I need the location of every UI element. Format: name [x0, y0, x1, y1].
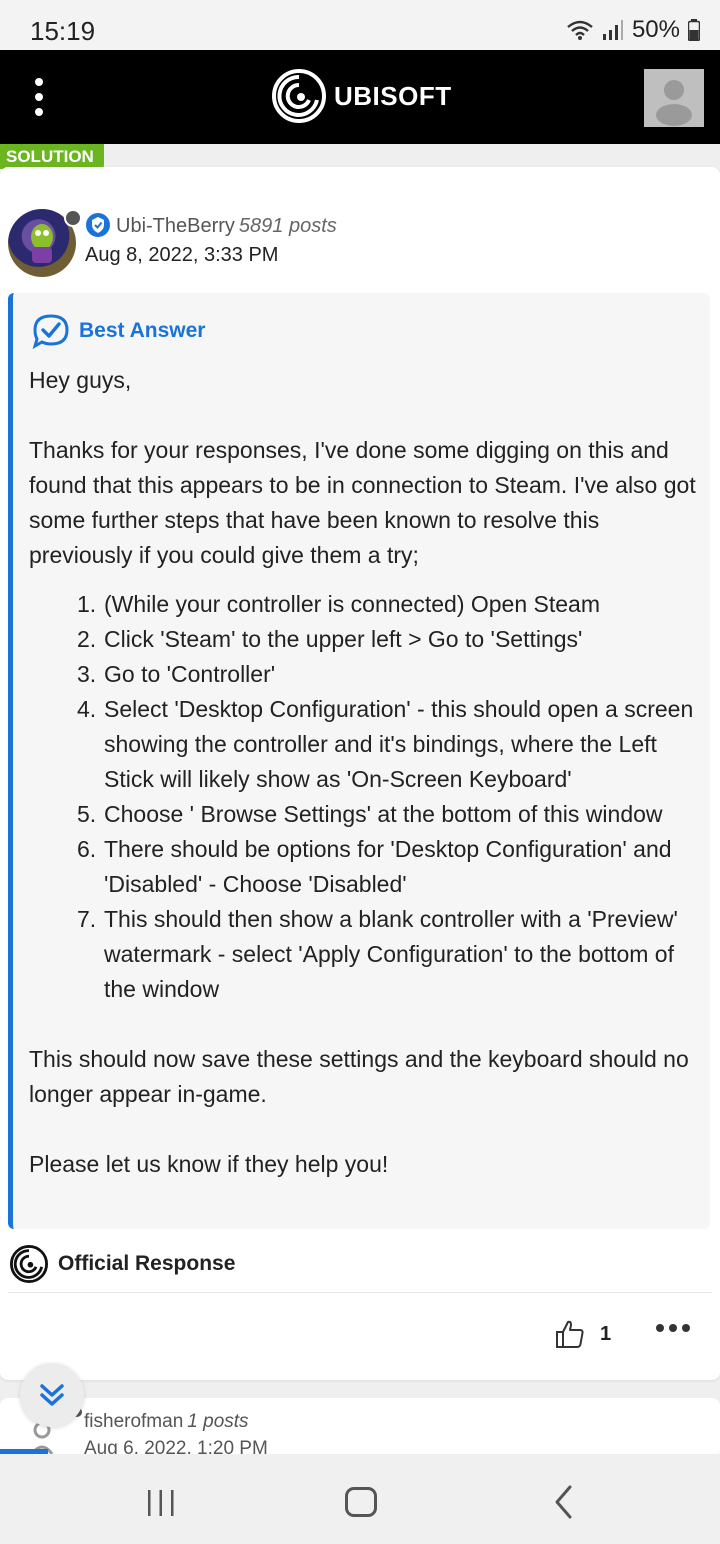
post-outro: This should now save these settings and … — [29, 1046, 689, 1107]
presence-indicator — [64, 209, 82, 227]
next-post-card: fisherofman 1 posts Aug 6, 2022, 1:20 PM — [0, 1398, 720, 1458]
user-avatar-icon — [656, 80, 692, 126]
best-answer-check-icon — [32, 314, 69, 349]
brand-name: UBISOFT — [334, 80, 452, 111]
list-item: Click 'Steam' to the upper left > Go to … — [77, 622, 583, 657]
list-item: This should then show a blank controller… — [77, 902, 678, 1002]
ubisoft-logo-icon — [272, 69, 326, 123]
nav-recents-icon[interactable] — [146, 1490, 176, 1516]
post-intro: Thanks for your responses, I've done som… — [29, 437, 696, 568]
battery-icon — [688, 19, 700, 41]
post-date: Aug 8, 2022, 3:33 PM — [85, 244, 279, 266]
top-header: UBISOFT — [0, 50, 720, 144]
post-closing: Please let us know if they help you! — [29, 1151, 389, 1177]
best-answer-box: Best Answer Hey guys, Thanks for your re… — [8, 293, 710, 1229]
chevron-double-down-icon — [40, 1384, 64, 1406]
nav-home-icon[interactable] — [345, 1487, 377, 1517]
steps-list: (While your controller is connected) Ope… — [29, 587, 699, 1007]
best-answer-header: Best Answer — [31, 313, 205, 349]
list-item: There should be options for 'Desktop Con… — [77, 832, 672, 897]
post-card: Ubi-TheBerry 5891 posts Aug 8, 2022, 3:33… — [0, 167, 720, 1380]
status-icons: 50% — [566, 16, 700, 44]
list-item: Select 'Desktop Configuration' - this sh… — [77, 692, 694, 792]
menu-dots-icon[interactable] — [22, 74, 56, 120]
post-body: Hey guys, Thanks for your responses, I'v… — [29, 363, 699, 1182]
verified-badge-icon — [86, 213, 110, 237]
user-avatar-button[interactable] — [644, 69, 704, 127]
list-item: Go to 'Controller' — [77, 657, 276, 692]
next-author-name-text[interactable]: fisherofman — [84, 1411, 183, 1432]
official-response-label: Official Response — [58, 1252, 236, 1275]
author-row: Ubi-TheBerry 5891 posts Aug 8, 2022, 3:33… — [8, 209, 708, 279]
divider — [8, 1292, 712, 1293]
system-nav-bar — [0, 1454, 720, 1544]
nav-back-icon[interactable] — [550, 1484, 578, 1520]
more-dots-icon[interactable] — [656, 1324, 690, 1332]
author-post-count: 5891 posts — [238, 215, 337, 237]
battery-percent: 50% — [631, 16, 680, 43]
next-author-name[interactable]: fisherofman 1 posts — [84, 1411, 249, 1433]
author-name[interactable]: Ubi-TheBerry 5891 posts — [116, 215, 337, 238]
wifi-icon — [567, 20, 593, 40]
author-name-text[interactable]: Ubi-TheBerry — [116, 215, 235, 237]
solution-tag: SOLUTION — [0, 144, 104, 169]
status-time: 15:19 — [30, 16, 96, 46]
signal-icon — [602, 20, 623, 40]
status-bar: 15:19 50% — [0, 0, 720, 50]
best-answer-label: Best Answer — [79, 319, 206, 342]
list-item: Choose ' Browse Settings' at the bottom … — [77, 797, 663, 832]
official-response: Official Response — [10, 1245, 235, 1283]
post-greeting: Hey guys, — [29, 367, 132, 393]
like-count: 1 — [600, 1322, 612, 1345]
like-button[interactable]: 1 — [554, 1318, 611, 1350]
scroll-down-button[interactable] — [20, 1363, 84, 1427]
ubisoft-official-icon — [10, 1245, 48, 1283]
next-author-post-count: 1 posts — [187, 1411, 249, 1432]
thumbs-up-icon — [556, 1320, 584, 1348]
ubisoft-brand[interactable]: UBISOFT — [272, 69, 452, 123]
list-item: (While your controller is connected) Ope… — [77, 587, 600, 622]
